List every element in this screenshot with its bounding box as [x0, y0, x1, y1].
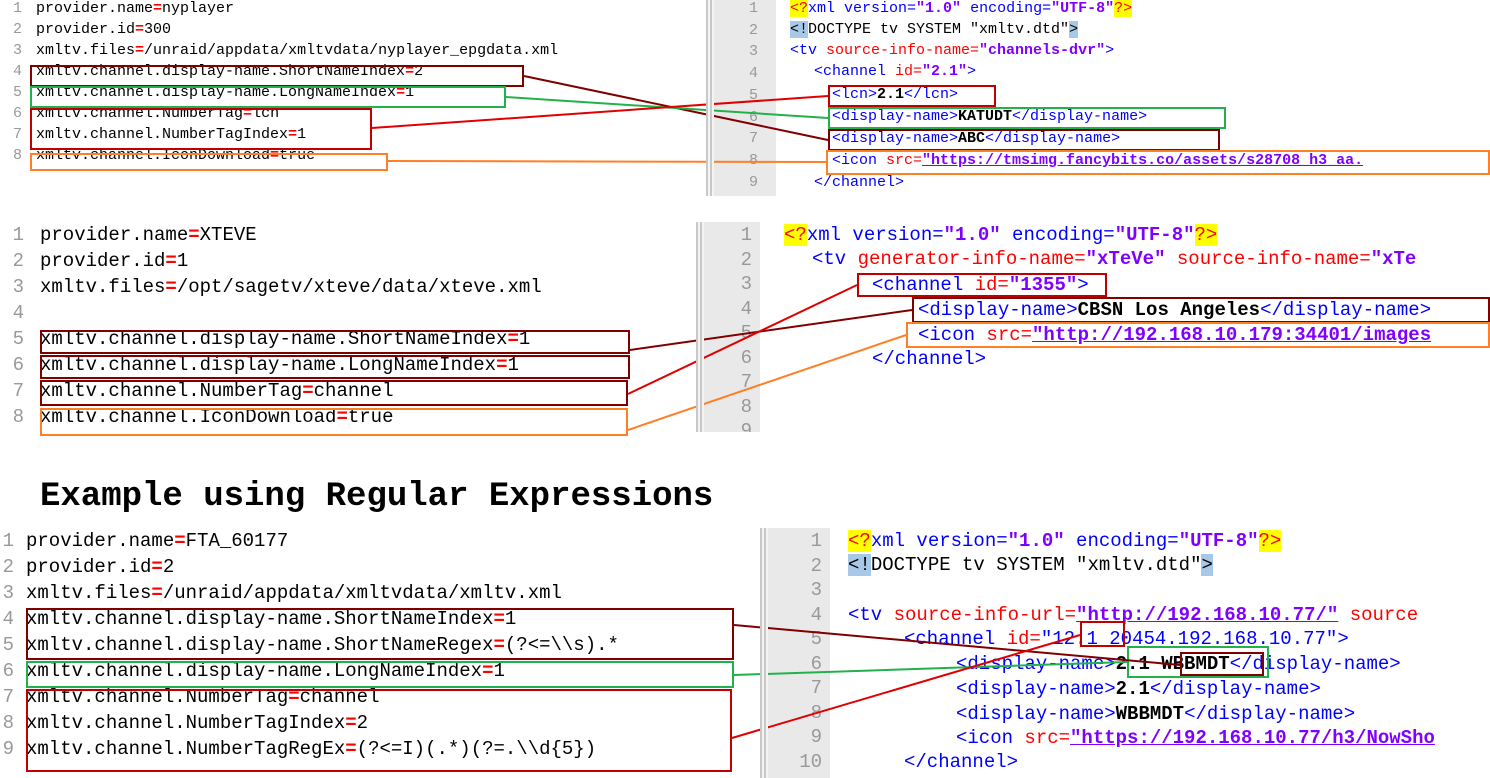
connector-shortname-2 [629, 309, 913, 351]
connector-shortname-3 [733, 624, 1181, 666]
connector-numbertag-1 [371, 95, 829, 129]
connector-longname-3 [733, 661, 1128, 676]
editor-splitter-1[interactable] [706, 0, 714, 196]
editor-splitter-2[interactable] [696, 222, 704, 432]
connector-icon-2 [627, 334, 907, 431]
connector-icon-1 [387, 160, 827, 163]
connector-numbertag-3 [731, 634, 1081, 739]
connector-numbertag-2 [627, 284, 858, 395]
editor-splitter-3[interactable] [760, 528, 768, 778]
connector-lines [371, 75, 1181, 739]
